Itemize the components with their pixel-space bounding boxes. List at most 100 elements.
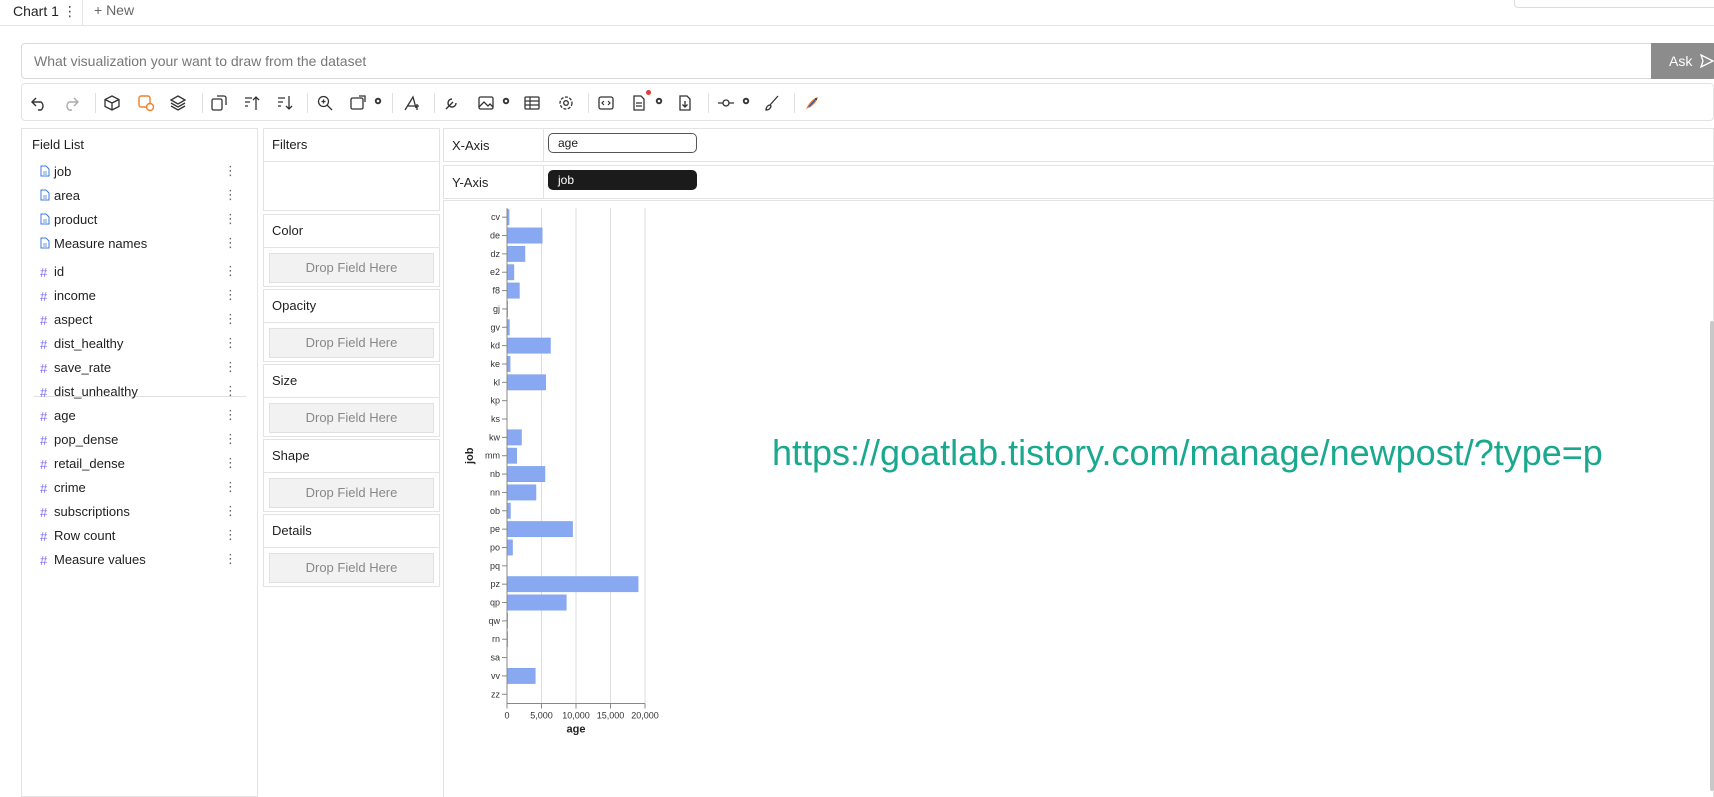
field-item[interactable]: # retail_dense ⋮: [40, 455, 240, 477]
field-item[interactable]: # age ⋮: [40, 407, 240, 429]
shape-label: Shape: [272, 448, 310, 463]
wrench-icon[interactable]: [442, 93, 462, 113]
field-item[interactable]: area ⋮: [40, 187, 240, 209]
y-tick-label: ks: [491, 414, 501, 424]
field-item[interactable]: # income ⋮: [40, 287, 240, 309]
field-item[interactable]: product ⋮: [40, 211, 240, 233]
opacity-shelf: Opacity Drop Field Here: [263, 289, 440, 362]
field-menu-icon[interactable]: ⋮: [224, 527, 237, 543]
y-tick-label: sa: [490, 653, 500, 663]
field-menu-icon[interactable]: ⋮: [224, 455, 237, 471]
measure-icon: #: [40, 385, 48, 400]
measure-icon: #: [40, 409, 48, 424]
field-menu-icon[interactable]: ⋮: [224, 359, 237, 375]
y-tick-label: e2: [490, 267, 500, 277]
field-name: save_rate: [54, 360, 112, 375]
commit-icon[interactable]: [716, 93, 736, 113]
paint-brush-icon[interactable]: [762, 93, 782, 113]
tab-chart-1[interactable]: Chart 1 ⋮: [0, 0, 83, 26]
field-menu-icon[interactable]: ⋮: [224, 503, 237, 519]
color-drop-zone[interactable]: Drop Field Here: [269, 253, 434, 283]
field-menu-icon[interactable]: ⋮: [224, 335, 237, 351]
ask-input[interactable]: [22, 44, 1652, 78]
transpose-icon[interactable]: [209, 93, 229, 113]
ask-button[interactable]: Ask: [1651, 43, 1714, 79]
top-right-popover-edge: [1514, 0, 1714, 8]
kanaries-logo-icon[interactable]: [802, 93, 822, 113]
brush-icon[interactable]: [402, 93, 422, 113]
field-menu-icon[interactable]: ⋮: [224, 211, 237, 227]
field-item[interactable]: # pop_dense ⋮: [40, 431, 240, 453]
settings-icon[interactable]: [556, 93, 576, 113]
y-axis-field-pill[interactable]: job: [548, 170, 697, 190]
color-label: Color: [272, 223, 304, 238]
sort-ascending-icon[interactable]: [242, 93, 262, 113]
dimension-icon: [40, 237, 52, 251]
resize-icon[interactable]: [348, 93, 368, 113]
redo-icon[interactable]: [61, 93, 81, 113]
field-menu-icon[interactable]: ⋮: [224, 235, 237, 251]
field-item[interactable]: # dist_unhealthy ⋮: [40, 383, 240, 405]
y-tick-label: kw: [489, 432, 501, 442]
image-icon[interactable]: [476, 93, 496, 113]
download-icon[interactable]: [675, 93, 695, 113]
toolbar-divider: [434, 93, 435, 113]
field-item[interactable]: # subscriptions ⋮: [40, 503, 240, 525]
field-item[interactable]: # Measure values ⋮: [40, 551, 240, 573]
tab-menu-icon[interactable]: ⋮: [63, 3, 77, 19]
commit-settings-icon[interactable]: [741, 96, 751, 106]
field-item[interactable]: # id ⋮: [40, 263, 240, 285]
toolbar: [21, 83, 1714, 121]
new-tab-button[interactable]: + New: [94, 2, 134, 18]
y-tick-label: ob: [490, 506, 500, 516]
field-menu-icon[interactable]: ⋮: [224, 479, 237, 495]
bar-nb: [506, 466, 546, 482]
field-name: aspect: [54, 312, 93, 327]
field-menu-icon[interactable]: ⋮: [224, 163, 237, 179]
field-menu-icon[interactable]: ⋮: [224, 311, 237, 327]
table-icon[interactable]: [522, 93, 542, 113]
field-item[interactable]: Measure names ⋮: [40, 235, 240, 257]
field-list-panel: Field List job ⋮ area ⋮ product ⋮ Measure name…: [21, 128, 258, 797]
dimension-icon: [40, 165, 52, 179]
field-item[interactable]: # dist_healthy ⋮: [40, 335, 240, 357]
vertical-scrollbar[interactable]: [1710, 321, 1714, 791]
code-icon[interactable]: [596, 93, 616, 113]
layer-select-icon[interactable]: [136, 93, 156, 113]
shape-drop-zone[interactable]: Drop Field Here: [269, 478, 434, 508]
field-item[interactable]: # Row count ⋮: [40, 527, 240, 549]
y-tick-label: f8: [492, 286, 500, 296]
details-drop-zone[interactable]: Drop Field Here: [269, 553, 434, 583]
sort-descending-icon[interactable]: [275, 93, 295, 113]
export-icon[interactable]: [629, 93, 649, 113]
bar-e2: [506, 264, 515, 281]
field-item[interactable]: # save_rate ⋮: [40, 359, 240, 381]
export-settings-icon[interactable]: [654, 96, 664, 106]
field-menu-icon[interactable]: ⋮: [224, 263, 237, 279]
x-axis-field-pill[interactable]: age: [548, 133, 697, 153]
field-menu-icon[interactable]: ⋮: [224, 383, 237, 399]
field-item[interactable]: # crime ⋮: [40, 479, 240, 501]
field-item[interactable]: # aspect ⋮: [40, 311, 240, 333]
undo-icon[interactable]: [29, 93, 49, 113]
opacity-drop-zone[interactable]: Drop Field Here: [269, 328, 434, 358]
field-item[interactable]: job ⋮: [40, 163, 240, 185]
size-drop-zone[interactable]: Drop Field Here: [269, 403, 434, 433]
field-menu-icon[interactable]: ⋮: [224, 187, 237, 203]
field-name: retail_dense: [54, 456, 125, 471]
field-name: Row count: [54, 528, 116, 543]
zoom-icon[interactable]: [315, 93, 335, 113]
cube-icon[interactable]: [102, 93, 122, 113]
filters-shelf[interactable]: Filters: [263, 128, 440, 211]
image-settings-icon[interactable]: [501, 96, 511, 106]
field-menu-icon[interactable]: ⋮: [224, 551, 237, 567]
shelf-divider: [264, 247, 439, 248]
field-name: Measure values: [54, 552, 146, 567]
field-menu-icon[interactable]: ⋮: [224, 431, 237, 447]
field-menu-icon[interactable]: ⋮: [224, 287, 237, 303]
bar-pz: [506, 576, 639, 593]
field-menu-icon[interactable]: ⋮: [224, 407, 237, 423]
y-axis-title: job: [464, 447, 476, 465]
layers-icon[interactable]: [168, 93, 188, 113]
resize-settings-icon[interactable]: [373, 96, 383, 106]
